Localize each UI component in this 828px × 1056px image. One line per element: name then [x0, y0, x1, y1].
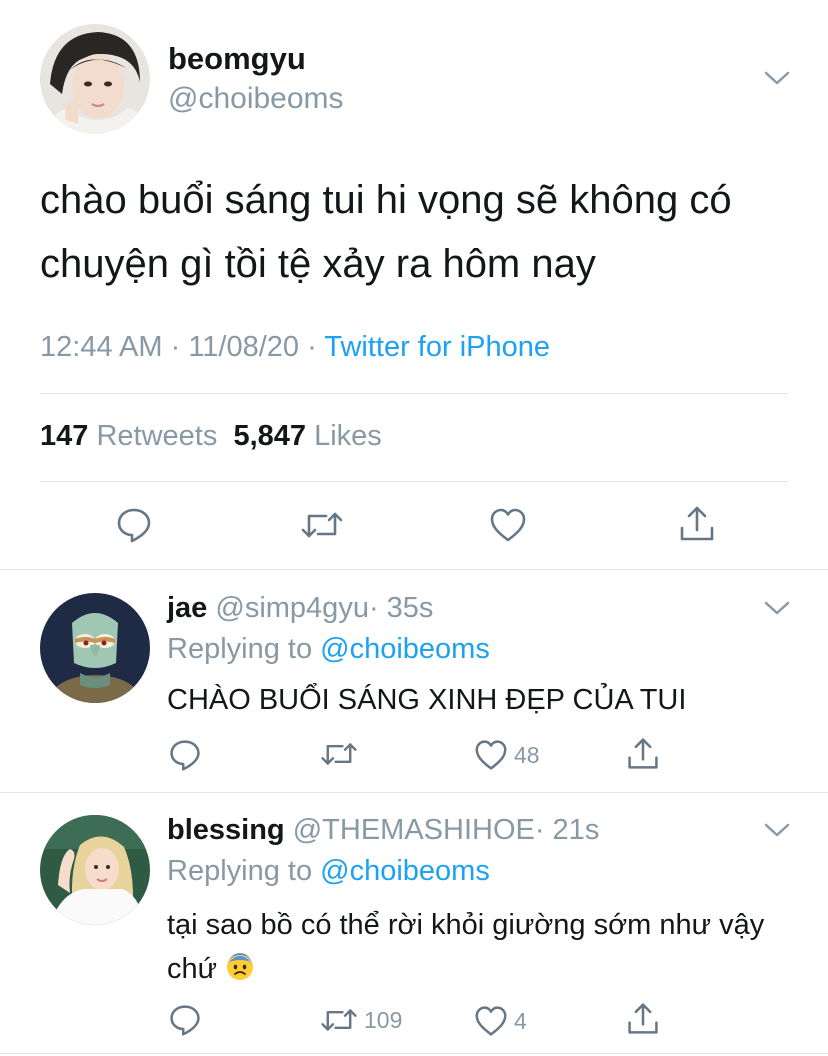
retweet-button[interactable]: [300, 508, 344, 547]
reply-timestamp: · 21s: [534, 814, 600, 846]
heart-icon: [490, 508, 526, 542]
like-button[interactable]: [489, 507, 527, 548]
tweet-date: 11/08/20: [188, 331, 300, 363]
tweet-source-link[interactable]: Twitter for iPhone: [324, 331, 550, 363]
reply-icon: [170, 740, 200, 771]
reply-button[interactable]: [168, 1003, 202, 1037]
profile-photo-icon: [40, 24, 150, 134]
meta-separator: ·: [307, 331, 317, 363]
like-button[interactable]: 4: [474, 1005, 527, 1037]
likes-count: 5,847: [233, 420, 307, 452]
reply-author-name[interactable]: jae: [167, 592, 207, 624]
replying-to: Replying to @choibeoms: [167, 633, 490, 666]
share-icon: [628, 738, 658, 769]
reply-icon: [170, 1005, 200, 1036]
share-button[interactable]: [626, 1001, 660, 1037]
share-button[interactable]: [678, 504, 716, 549]
reply-header: blessing @THEMASHIHOE· 21s: [167, 814, 599, 847]
replying-to: Replying to @choibeoms: [167, 855, 490, 888]
divider: [0, 1053, 828, 1054]
avatar[interactable]: [40, 815, 150, 925]
share-icon: [628, 1003, 658, 1034]
retweet-icon: [321, 1009, 357, 1031]
reply-button[interactable]: [115, 506, 153, 549]
like-button[interactable]: 48: [474, 739, 540, 771]
profile-photo-icon: [40, 815, 150, 925]
replying-to-link[interactable]: @choibeoms: [320, 633, 490, 665]
chevron-down-icon[interactable]: [764, 822, 790, 843]
replying-to-link[interactable]: @choibeoms: [320, 855, 490, 887]
reply-author-name[interactable]: blessing: [167, 814, 285, 846]
divider: [0, 569, 828, 570]
divider: [40, 393, 788, 394]
divider: [40, 481, 788, 482]
reply-text-block: tại sao bồ có thể rời khỏi giường sớm nh…: [167, 903, 787, 995]
retweet-icon: [321, 743, 357, 765]
replying-to-label: Replying to: [167, 633, 313, 665]
share-button[interactable]: [626, 736, 660, 772]
retweet-icon: [301, 512, 343, 538]
retweets-label: Retweets: [96, 420, 218, 452]
retweet-button[interactable]: [320, 739, 364, 769]
heart-icon: [475, 740, 507, 770]
meta-separator: ·: [170, 331, 181, 363]
reply-timestamp: · 35s: [368, 592, 434, 624]
avatar[interactable]: [40, 24, 150, 134]
reply-author-handle[interactable]: @simp4gyu: [215, 592, 369, 624]
replying-to-label: Replying to: [167, 855, 313, 887]
likes-label: Likes: [314, 420, 382, 452]
like-count: 4: [514, 1007, 527, 1034]
reply-text: CHÀO BUỔI SÁNG XINH ĐẸP CỦA TUI: [167, 684, 687, 716]
share-icon: [680, 506, 714, 541]
retweets-stat[interactable]: 147 Retweets: [40, 420, 217, 452]
reply-header: jae @simp4gyu· 35s: [167, 592, 433, 625]
avatar[interactable]: [40, 593, 150, 703]
tweet-meta: 12:44 AM · 11/08/20 · Twitter for iPhone: [40, 331, 550, 364]
divider: [0, 792, 828, 793]
retweet-button[interactable]: 109: [320, 1005, 402, 1035]
heart-icon: [475, 1006, 507, 1036]
chevron-down-icon[interactable]: [764, 70, 790, 91]
like-count: 48: [514, 741, 540, 768]
reply-text: tại sao bồ có thể rời khỏi giường sớm nh…: [167, 909, 765, 985]
chevron-down-icon[interactable]: [764, 600, 790, 621]
squidward-avatar-icon: [40, 593, 150, 703]
tweet-time: 12:44 AM: [40, 331, 163, 363]
retweets-count: 147: [40, 420, 89, 452]
retweet-count: 109: [364, 1006, 403, 1033]
author-name[interactable]: beomgyu: [168, 41, 306, 77]
reply-icon: [117, 508, 151, 543]
author-handle[interactable]: @choibeoms: [168, 82, 344, 116]
reply-author-handle[interactable]: @THEMASHIHOE: [293, 814, 535, 846]
anxious-face-with-sweat-icon: [225, 951, 255, 995]
tweet-stats: 147 Retweets 5,847 Likes: [40, 420, 382, 453]
reply-button[interactable]: [168, 738, 202, 772]
tweet-text: chào buổi sáng tui hi vọng sẽ không có c…: [40, 178, 732, 286]
likes-stat[interactable]: 5,847 Likes: [233, 420, 381, 452]
